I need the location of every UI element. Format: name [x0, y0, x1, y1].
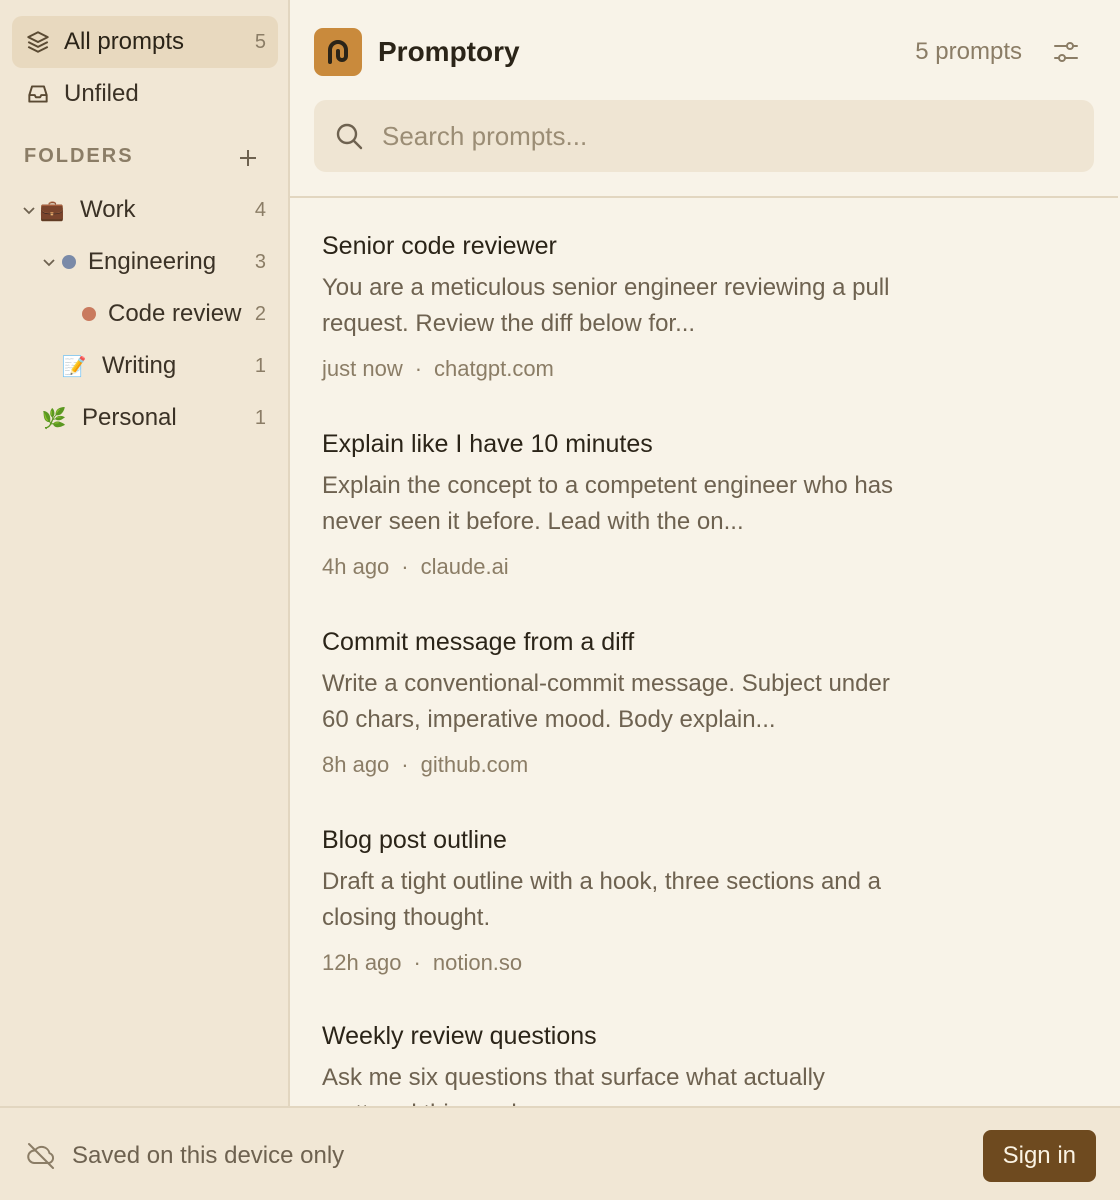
- prompt-source: claude.ai: [420, 554, 509, 579]
- add-folder-button[interactable]: [234, 144, 262, 172]
- footer-bar: Saved on this device only Sign in: [0, 1106, 1120, 1200]
- prompt-time: 12h ago: [322, 950, 402, 975]
- prompt-title: Senior code reviewer: [322, 232, 557, 260]
- folder-color-dot: [62, 255, 76, 269]
- search-icon: [334, 120, 366, 152]
- cloud-off-icon: [24, 1138, 58, 1172]
- chevron-down-icon[interactable]: [40, 253, 58, 271]
- folder-code-review[interactable]: Code review 2: [82, 292, 268, 336]
- prompt-count: 5 prompts: [915, 38, 1022, 65]
- folder-count: 2: [254, 302, 266, 325]
- folder-label: Code review: [108, 300, 242, 327]
- prompt-source: chatgpt.com: [434, 356, 554, 381]
- sliders-icon: [1054, 42, 1078, 62]
- folder-label: Personal: [82, 404, 177, 431]
- folder-writing[interactable]: 📝 Writing 1: [60, 344, 268, 388]
- prompt-preview: Draft a tight outline with a hook, three…: [322, 868, 881, 931]
- folders-heading: FOLDERS: [24, 145, 134, 167]
- search-bar[interactable]: [314, 100, 1094, 172]
- sign-in-button[interactable]: Sign in: [982, 1130, 1096, 1182]
- memo-icon: 📝: [61, 355, 87, 378]
- prompt-card[interactable]: Senior code reviewer You are a meticulou…: [322, 230, 922, 382]
- prompt-source: notion.so: [432, 950, 523, 975]
- prompt-preview: Explain the concept to a competent engin…: [322, 472, 894, 535]
- prompt-meta: just now · chatgpt.com: [322, 356, 922, 382]
- herb-icon: 🌿: [41, 407, 67, 430]
- prompt-card[interactable]: Commit message from a diff Write a conve…: [322, 626, 922, 778]
- folder-count: 3: [254, 250, 266, 273]
- folder-color-dot: [82, 307, 96, 321]
- prompt-meta: 4h ago · claude.ai: [322, 554, 922, 580]
- folder-work[interactable]: 💼 Work 4: [20, 188, 268, 232]
- app-logo: [314, 28, 362, 76]
- meta-separator: ·: [413, 950, 421, 975]
- prompt-title: Weekly review questions: [322, 1022, 597, 1050]
- folder-label: Work: [80, 196, 136, 223]
- prompt-preview: You are a meticulous senior engineer rev…: [322, 274, 890, 337]
- storage-status: Saved on this device only: [72, 1142, 345, 1169]
- inbox-icon: [24, 80, 52, 108]
- meta-separator: ·: [414, 356, 423, 381]
- folder-engineering[interactable]: Engineering 3: [40, 240, 268, 284]
- prompt-source: github.com: [420, 752, 529, 777]
- folder-count: 1: [254, 406, 266, 429]
- briefcase-icon: 💼: [39, 199, 65, 222]
- chevron-down-icon[interactable]: [20, 201, 38, 219]
- folder-label: Engineering: [88, 248, 217, 275]
- layers-icon: [24, 28, 52, 56]
- meta-separator: ·: [401, 554, 409, 579]
- plus-icon: [240, 150, 256, 166]
- folder-personal[interactable]: 🌿 Personal 1: [40, 396, 268, 440]
- prompt-card[interactable]: Weekly review questions Ask me six quest…: [322, 1020, 922, 1106]
- prompt-meta: 8h ago · github.com: [322, 752, 922, 778]
- prompt-preview: Ask me six questions that surface what a…: [322, 1064, 825, 1106]
- settings-button[interactable]: [1050, 36, 1082, 68]
- folder-label: Writing: [102, 352, 177, 379]
- prompt-card[interactable]: Explain like I have 10 minutes Explain t…: [322, 428, 922, 580]
- sidebar-item-all-prompts[interactable]: All prompts 5: [12, 16, 278, 68]
- sidebar-item-unfiled[interactable]: Unfiled: [12, 68, 278, 120]
- prompt-title: Blog post outline: [322, 826, 507, 854]
- item-count: 5: [254, 30, 266, 53]
- search-input[interactable]: [382, 120, 1062, 152]
- prompt-preview: Write a conventional-commit message. Sub…: [322, 670, 890, 733]
- logo-icon: [328, 40, 348, 64]
- prompt-title: Commit message from a diff: [322, 628, 635, 656]
- sidebar-item-label: All prompts: [64, 28, 185, 55]
- app-window: All prompts 5 Unfiled FOLDERS 💼 Work 4 E…: [0, 0, 1120, 1106]
- sidebar-item-label: Unfiled: [64, 80, 139, 107]
- prompt-time: just now: [322, 356, 403, 381]
- folder-count: 1: [254, 354, 266, 377]
- prompt-card[interactable]: Blog post outline Draft a tight outline …: [322, 824, 922, 976]
- meta-separator: ·: [401, 752, 409, 777]
- app-title: Promptory: [378, 36, 520, 67]
- sidebar: All prompts 5 Unfiled FOLDERS 💼 Work 4 E…: [0, 0, 290, 1106]
- prompt-time: 4h ago: [322, 554, 390, 579]
- prompt-title: Explain like I have 10 minutes: [322, 430, 653, 458]
- main-panel: Promptory 5 prompts Senior code reviewer…: [290, 0, 1120, 1106]
- prompt-time: 8h ago: [322, 752, 390, 777]
- prompt-meta: 12h ago · notion.so: [322, 950, 922, 976]
- folder-count: 4: [254, 198, 266, 221]
- header: Promptory 5 prompts: [290, 0, 1118, 198]
